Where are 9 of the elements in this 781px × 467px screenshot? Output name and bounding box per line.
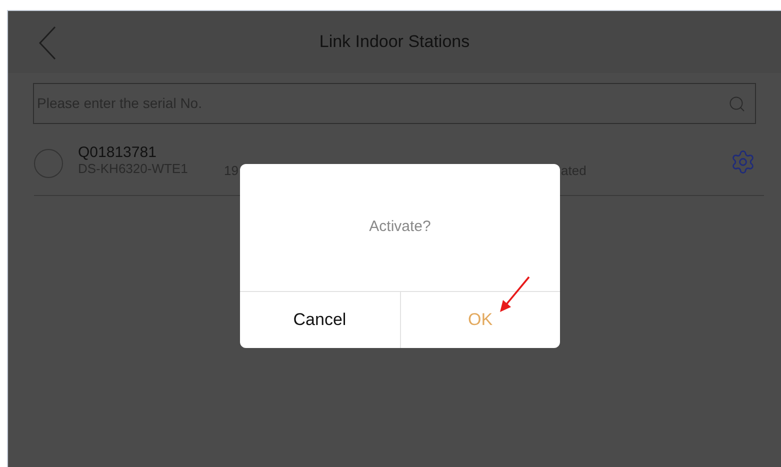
- cancel-button[interactable]: Cancel: [240, 292, 400, 348]
- annotation-arrow: [499, 276, 531, 313]
- back-button[interactable]: [36, 25, 58, 61]
- serial-number: Q01813781: [78, 144, 158, 161]
- radio-button[interactable]: [34, 149, 63, 178]
- dialog-message: Activate?: [368, 217, 432, 238]
- back-icon: [36, 25, 58, 61]
- settings-icon[interactable]: [730, 149, 756, 175]
- search-icon: [728, 94, 746, 112]
